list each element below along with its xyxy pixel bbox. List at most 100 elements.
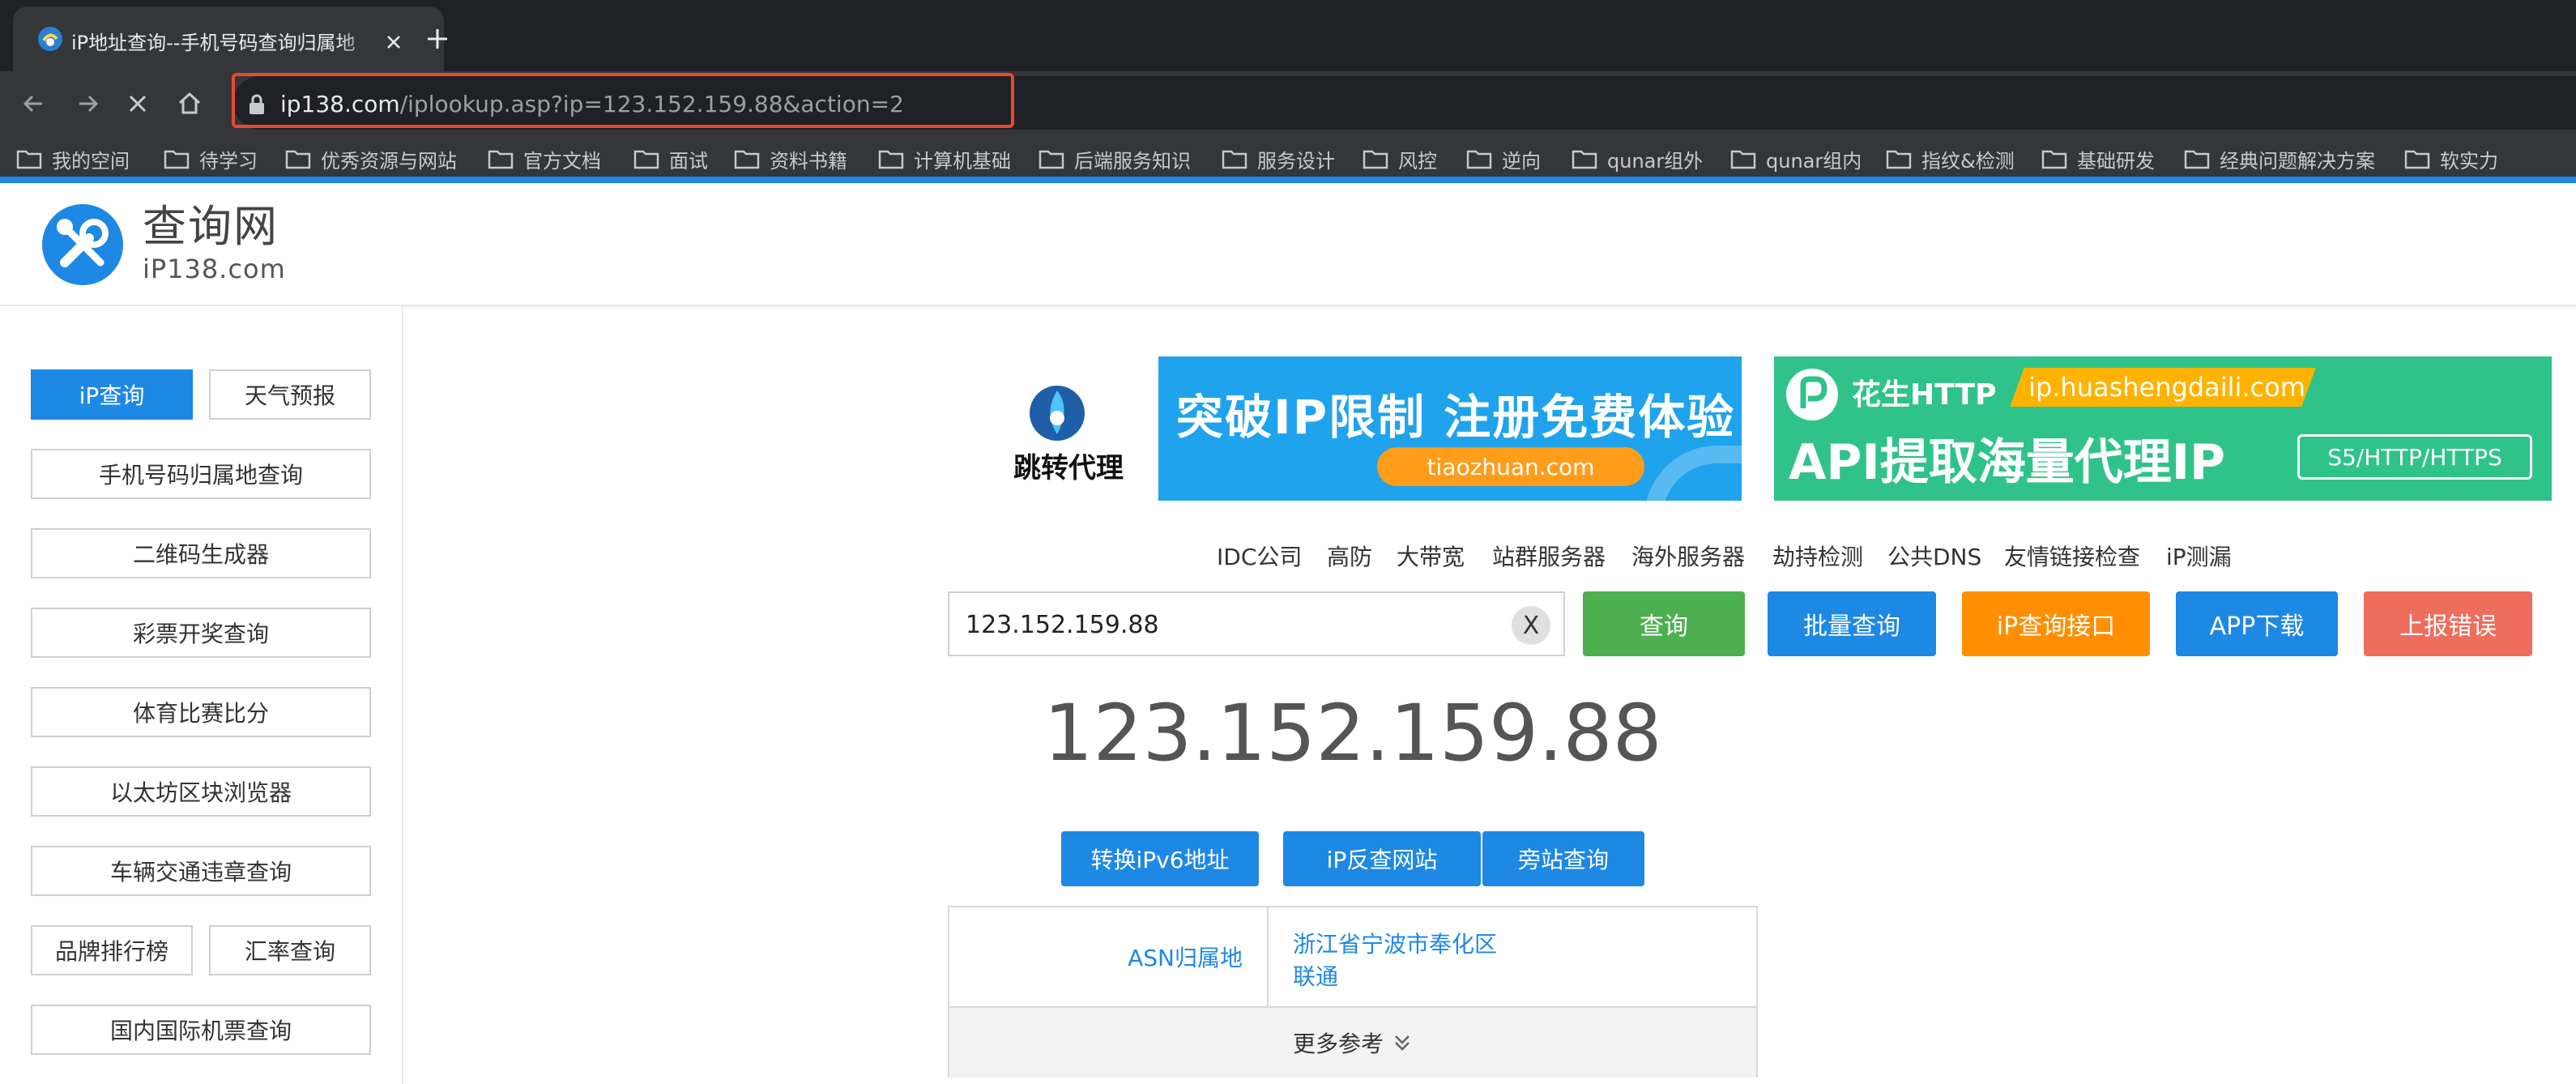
folder-icon — [633, 150, 659, 169]
sidebar-item-ethereum[interactable]: 以太坊区块浏览器 — [31, 766, 371, 817]
folder-icon — [2041, 150, 2067, 169]
page-top-strip — [0, 177, 2576, 183]
bookmark-folder[interactable]: 服务设计 — [1222, 143, 1335, 175]
tab-close-icon[interactable] — [381, 29, 407, 55]
sidebar-item-phone-lookup[interactable]: 手机号码归属地查询 — [31, 449, 371, 499]
folder-icon — [1222, 150, 1247, 169]
huasheng-logo-icon — [1786, 369, 1838, 420]
bookmark-folder[interactable]: 经典问题解决方案 — [2184, 143, 2375, 175]
bookmark-folder[interactable]: 指纹&检测 — [1886, 143, 2015, 175]
result-ip-address: 123.152.159.88 — [1043, 688, 1662, 779]
site-logo-tools-icon[interactable] — [41, 203, 125, 287]
huasheng-domain: ip.huashengdaili.com — [2028, 372, 2305, 403]
tiaozhuan-slogan: 突破IP限制 注册免费体验 — [1176, 390, 1736, 445]
url-path: /iplookup.asp?ip=123.152.159.88&action=2 — [399, 91, 904, 117]
tab-title: iP地址查询--手机号码查询归属地 — [71, 32, 356, 54]
sidebar-item-traffic-violation[interactable]: 车辆交通违章查询 — [31, 846, 371, 896]
site-logo-domain: iP138.com — [143, 254, 286, 284]
huasheng-brand: 花生HTTP — [1852, 378, 1997, 412]
tiaozhuan-logo-icon — [1030, 386, 1085, 441]
bookmarks-bar: 我的空间 待学习 优秀资源与网站 官方文档 面试 资料书籍 计算机基础 后端服务… — [0, 136, 2576, 181]
sidebar-item-exchange-rate[interactable]: 汇率查询 — [209, 925, 371, 975]
folder-icon — [2404, 150, 2430, 169]
bookmark-folder[interactable]: 风控 — [1363, 143, 1437, 175]
folder-icon — [878, 150, 904, 169]
bookmark-folder[interactable]: 计算机基础 — [878, 143, 1011, 175]
site-logo-title: 查询网 — [143, 201, 279, 252]
asn-label[interactable]: ASN归属地 — [949, 907, 1269, 1006]
quick-link[interactable]: 友情链接检查 — [2004, 540, 2140, 572]
quick-link[interactable]: 大带宽 — [1397, 540, 1465, 572]
quick-link[interactable]: 站群服务器 — [1492, 540, 1606, 572]
quick-link[interactable]: 海外服务器 — [1631, 540, 1745, 572]
folder-icon — [1363, 150, 1388, 169]
more-reference-toggle[interactable]: 更多参考 — [949, 1006, 1756, 1078]
clear-input-button[interactable]: X — [1512, 606, 1550, 645]
ad-banner-tiaozhuan[interactable]: 跳转代理 突破IP限制 注册免费体验 tiaozhuan.com — [964, 356, 1742, 501]
browser-toolbar: ip138.com/iplookup.asp?ip=123.152.159.88… — [0, 71, 2576, 136]
report-error-button[interactable]: 上报错误 — [2364, 591, 2532, 656]
new-tab-icon[interactable] — [421, 23, 454, 55]
bookmark-folder[interactable]: qunar组内 — [1730, 143, 1862, 175]
ip-search-input[interactable] — [964, 604, 1486, 645]
folder-icon — [1039, 150, 1064, 169]
tiaozhuan-brand: 跳转代理 — [1013, 452, 1124, 484]
bookmark-folder[interactable]: 逆向 — [1466, 143, 1541, 175]
sidebar-item-weather[interactable]: 天气预报 — [209, 369, 371, 420]
forward-icon[interactable] — [71, 87, 104, 120]
folder-icon — [1730, 150, 1756, 169]
huasheng-slogan: API提取海量代理IP — [1789, 434, 2226, 491]
sidebar-item-ip-lookup[interactable]: iP查询 — [31, 369, 193, 420]
ip-search-box: X — [948, 591, 1565, 656]
sidebar-item-lottery[interactable]: 彩票开奖查询 — [31, 608, 371, 658]
sidebar-item-qrcode[interactable]: 二维码生成器 — [31, 528, 371, 578]
quick-link[interactable]: iP测漏 — [2166, 540, 2232, 572]
side-site-button[interactable]: 旁站查询 — [1482, 831, 1644, 886]
back-icon[interactable] — [18, 87, 50, 120]
bookmark-folder[interactable]: 待学习 — [164, 143, 258, 175]
folder-icon — [1886, 150, 1912, 169]
ip-api-button[interactable]: iP查询接口 — [1962, 591, 2150, 656]
quick-link[interactable]: IDC公司 — [1217, 540, 1302, 572]
browser-tab-strip: iP地址查询--手机号码查询归属地 — [0, 0, 2576, 71]
url-text[interactable]: ip138.com/iplookup.asp?ip=123.152.159.88… — [280, 89, 904, 120]
query-button[interactable]: 查询 — [1583, 591, 1745, 656]
sidebar-item-sports-score[interactable]: 体育比赛比分 — [31, 687, 371, 737]
folder-icon — [16, 150, 42, 169]
double-chevron-down-icon — [1395, 1035, 1410, 1051]
tiaozhuan-domain: tiaozhuan.com — [1377, 447, 1644, 486]
more-reference-label: 更多参考 — [1292, 1031, 1384, 1057]
sidebar-item-brand-ranking[interactable]: 品牌排行榜 — [31, 925, 193, 975]
stop-loading-icon[interactable] — [122, 87, 154, 120]
bookmark-folder[interactable]: 优秀资源与网站 — [285, 143, 457, 175]
bookmark-folder[interactable]: qunar组外 — [1572, 143, 1703, 175]
quick-link[interactable]: 公共DNS — [1887, 540, 1981, 572]
bookmark-folder[interactable]: 软实力 — [2404, 143, 2498, 175]
bookmark-folder[interactable]: 后端服务知识 — [1039, 143, 1191, 175]
ad-banner-huasheng[interactable]: 花生HTTP ip.huashengdaili.com API提取海量代理IP … — [1774, 356, 2552, 501]
folder-icon — [488, 150, 514, 169]
bookmark-folder[interactable]: 我的空间 — [16, 143, 130, 175]
folder-icon — [164, 150, 190, 169]
browser-tab[interactable]: iP地址查询--手机号码查询归属地 — [13, 6, 444, 71]
batch-query-button[interactable]: 批量查询 — [1768, 591, 1936, 656]
bookmark-folder[interactable]: 基础研发 — [2041, 143, 2155, 175]
location-value[interactable]: 浙江省宁波市奉化区 — [1293, 927, 1497, 959]
bookmark-folder[interactable]: 官方文档 — [488, 143, 601, 175]
app-download-button[interactable]: APP下载 — [2176, 591, 2338, 656]
bookmark-folder[interactable]: 资料书籍 — [734, 143, 847, 175]
result-table: ASN归属地 浙江省宁波市奉化区 联通 更多参考 — [948, 906, 1758, 1078]
lock-icon[interactable] — [248, 94, 266, 115]
quick-link[interactable]: 劫持检测 — [1772, 540, 1863, 572]
convert-ipv6-button[interactable]: 转换iPv6地址 — [1061, 831, 1259, 886]
reverse-ip-button[interactable]: iP反查网站 — [1283, 831, 1481, 886]
home-icon[interactable] — [173, 87, 206, 120]
quick-link[interactable]: 高防 — [1327, 540, 1372, 572]
bookmark-folder[interactable]: 面试 — [633, 143, 708, 175]
isp-value[interactable]: 联通 — [1293, 959, 1338, 992]
folder-icon — [285, 150, 311, 169]
folder-icon — [2184, 150, 2210, 169]
sidebar-item-flight-tickets[interactable]: 国内国际机票查询 — [31, 1005, 371, 1055]
site-favicon-icon — [38, 27, 62, 51]
huasheng-badge: S5/HTTP/HTTPS — [2297, 434, 2532, 480]
